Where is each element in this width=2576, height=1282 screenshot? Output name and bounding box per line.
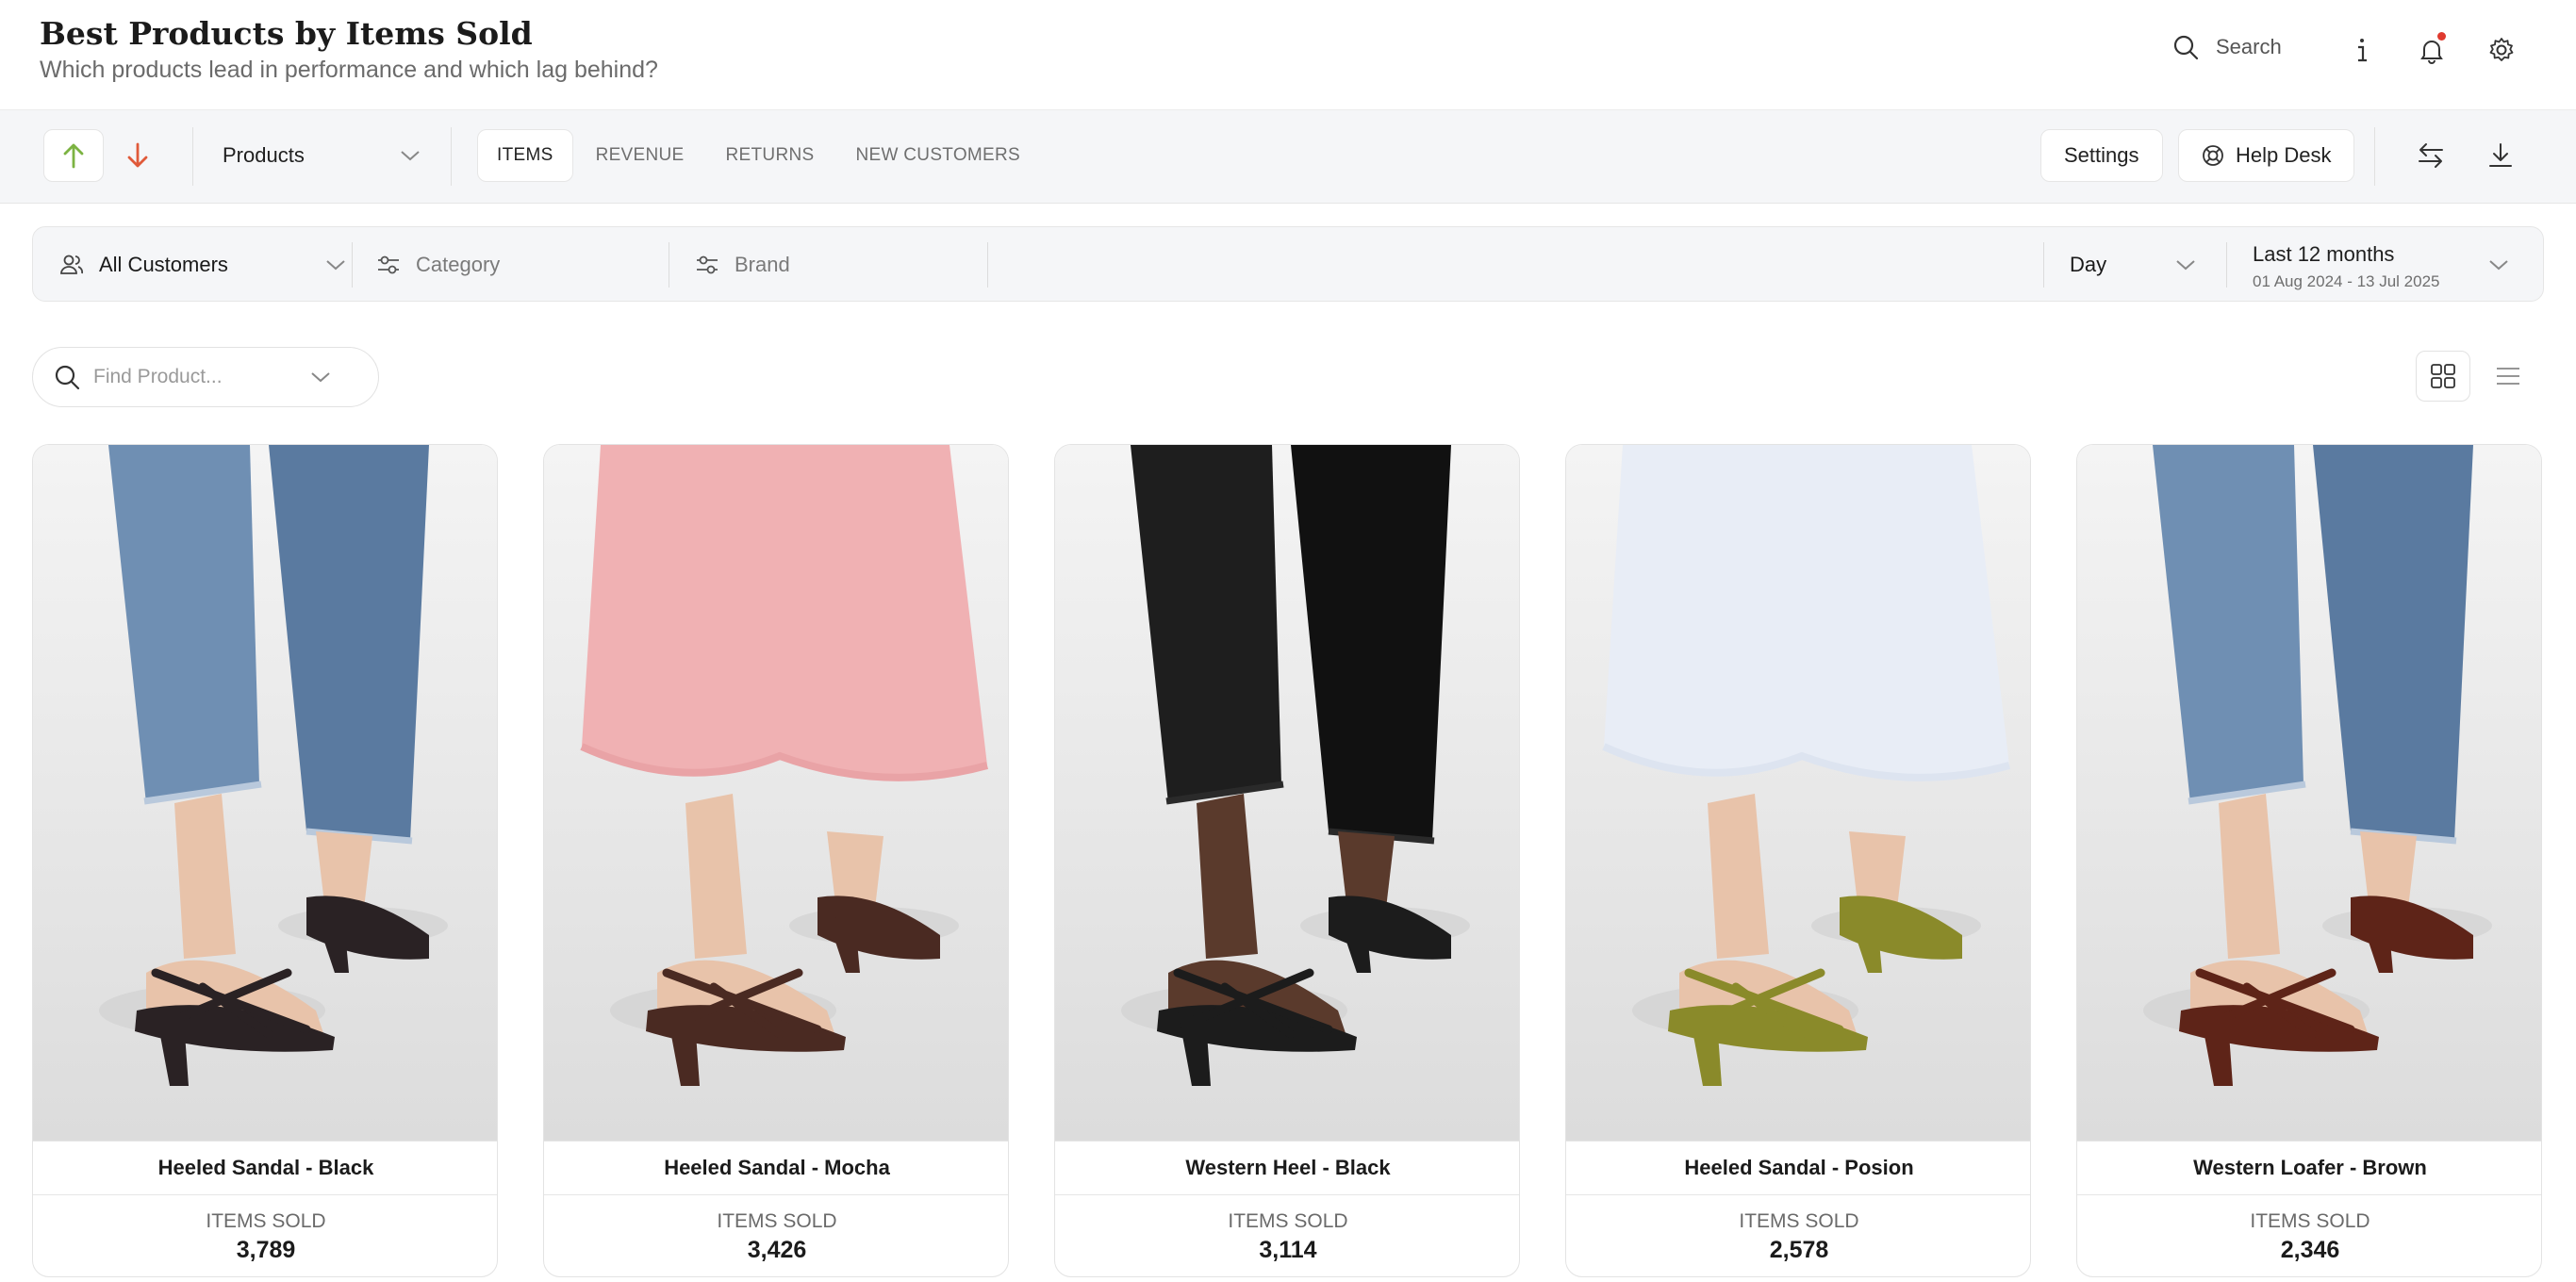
- list-view-button[interactable]: [2489, 351, 2527, 402]
- product-card[interactable]: Heeled Sandal - Black ITEMS SOLD 3,789: [32, 444, 498, 1277]
- metric-value: 3,114: [1259, 1237, 1317, 1263]
- tab-returns[interactable]: RETURNS: [707, 129, 834, 182]
- toolbar: Products ITEMS REVENUE RETURNS NEW CUSTO…: [0, 109, 2576, 204]
- product-photo-illustration: [544, 445, 1008, 1141]
- product-photo-illustration: [33, 445, 497, 1141]
- date-range-select[interactable]: Last 12 months 01 Aug 2024 - 13 Jul 2025: [2253, 242, 2440, 291]
- products-select[interactable]: Products: [194, 129, 430, 182]
- metric-label: ITEMS SOLD: [1228, 1210, 1348, 1232]
- product-image[interactable]: [544, 445, 1008, 1141]
- product-name[interactable]: Western Loafer - Brown: [2077, 1141, 2541, 1195]
- date-range-label: Last 12 months: [2253, 242, 2395, 266]
- settings-icon-button[interactable]: [2485, 34, 2518, 66]
- gear-icon: [2489, 38, 2514, 61]
- tab-new-customers[interactable]: NEW CUSTOMERS: [836, 129, 1039, 182]
- customers-filter[interactable]: All Customers: [59, 227, 352, 303]
- arrow-down-icon: [127, 142, 148, 168]
- metric-tabs: ITEMS REVENUE RETURNS NEW CUSTOMERS: [477, 129, 1043, 182]
- category-filter-placeholder: Category: [416, 253, 501, 276]
- arrow-up-icon: [63, 143, 84, 169]
- sliders-icon: [378, 255, 399, 274]
- grid-view-icon: [2431, 364, 2455, 388]
- settings-button[interactable]: Settings: [2040, 129, 2163, 182]
- grid-view-button[interactable]: [2416, 351, 2470, 402]
- help-desk-button[interactable]: Help Desk: [2178, 129, 2355, 182]
- filter-divider: [987, 242, 988, 288]
- brand-filter-placeholder: Brand: [735, 253, 790, 276]
- metric-value: 2,346: [2280, 1237, 2340, 1263]
- metric-label: ITEMS SOLD: [2250, 1210, 2370, 1232]
- product-card[interactable]: Western Heel - Black ITEMS SOLD 3,114: [1054, 444, 1520, 1277]
- toolbar-divider: [2374, 127, 2375, 186]
- notification-dot: [2437, 32, 2446, 41]
- swap-button[interactable]: [2412, 137, 2450, 174]
- search-label: Search: [2216, 35, 2282, 58]
- settings-button-label: Settings: [2064, 143, 2139, 167]
- product-image[interactable]: [33, 445, 497, 1141]
- product-photo-illustration: [1055, 445, 1519, 1141]
- metric-value: 2,578: [1769, 1237, 1829, 1263]
- toolbar-divider: [451, 127, 452, 186]
- product-name[interactable]: Heeled Sandal - Mocha: [544, 1141, 1008, 1195]
- product-photo-illustration: [2077, 445, 2541, 1141]
- chevron-down-icon[interactable]: [2488, 259, 2509, 271]
- filter-divider: [352, 242, 353, 288]
- metric-label: ITEMS SOLD: [1739, 1210, 1859, 1232]
- customers-icon: [60, 255, 84, 274]
- tab-revenue[interactable]: REVENUE: [577, 129, 703, 182]
- product-name[interactable]: Heeled Sandal - Black: [33, 1141, 497, 1195]
- list-view-icon: [2497, 368, 2519, 385]
- notifications-button[interactable]: [2416, 32, 2448, 66]
- sort-descending-button[interactable]: [111, 129, 164, 182]
- product-photo-illustration: [1566, 445, 2030, 1141]
- granularity-select[interactable]: Day: [2070, 227, 2211, 303]
- chevron-down-icon[interactable]: [310, 371, 331, 383]
- page-title: Best Products by Items Sold: [40, 15, 533, 52]
- metric-label: ITEMS SOLD: [717, 1210, 837, 1232]
- page-header: Best Products by Items Sold Which produc…: [0, 0, 2576, 109]
- find-product-field[interactable]: [32, 347, 379, 407]
- product-image[interactable]: [1055, 445, 1519, 1141]
- lifebuoy-icon: [2203, 145, 2223, 166]
- info-button[interactable]: [2346, 34, 2378, 66]
- filter-divider: [2043, 242, 2044, 288]
- product-image[interactable]: [1566, 445, 2030, 1141]
- download-icon: [2489, 143, 2512, 167]
- page-subtitle: Which products lead in performance and w…: [40, 57, 658, 83]
- date-range-dates: 01 Aug 2024 - 13 Jul 2025: [2253, 272, 2440, 290]
- download-button[interactable]: [2482, 137, 2519, 174]
- tab-items[interactable]: ITEMS: [477, 129, 573, 182]
- chevron-down-icon: [401, 151, 420, 161]
- product-name[interactable]: Heeled Sandal - Posion: [1566, 1141, 2030, 1195]
- header-search[interactable]: Search: [2172, 34, 2282, 60]
- brand-filter[interactable]: Brand: [695, 227, 978, 303]
- search-icon: [55, 365, 80, 390]
- product-card[interactable]: Western Loafer - Brown ITEMS SOLD 2,346: [2076, 444, 2542, 1277]
- products-select-value: Products: [223, 143, 305, 167]
- filter-divider: [2226, 242, 2227, 288]
- toolbar-divider: [192, 127, 193, 186]
- category-filter[interactable]: Category: [376, 227, 659, 303]
- sort-ascending-button[interactable]: [43, 129, 104, 182]
- find-product-input[interactable]: [93, 366, 310, 388]
- product-card[interactable]: Heeled Sandal - Mocha ITEMS SOLD 3,426: [543, 444, 1009, 1277]
- metric-value: 3,426: [747, 1237, 807, 1263]
- help-desk-label: Help Desk: [2236, 143, 2332, 167]
- info-icon: [2358, 39, 2367, 62]
- product-name[interactable]: Western Heel - Black: [1055, 1141, 1519, 1195]
- granularity-value: Day: [2070, 253, 2107, 276]
- chevron-down-icon: [2176, 260, 2195, 271]
- metric-label: ITEMS SOLD: [206, 1210, 326, 1232]
- metric-value: 3,789: [236, 1237, 296, 1263]
- product-image[interactable]: [2077, 445, 2541, 1141]
- sliders-icon: [697, 255, 718, 274]
- search-icon: [2173, 35, 2199, 60]
- customers-filter-value: All Customers: [99, 253, 228, 276]
- chevron-down-icon: [326, 260, 345, 271]
- swap-icon: [2419, 143, 2443, 168]
- product-card[interactable]: Heeled Sandal - Posion ITEMS SOLD 2,578: [1565, 444, 2031, 1277]
- filter-bar: All Customers Category Brand Day Last 12…: [32, 226, 2544, 302]
